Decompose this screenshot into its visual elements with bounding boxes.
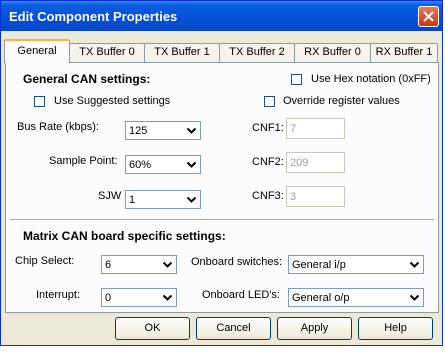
- apply-button[interactable]: Apply: [277, 317, 352, 340]
- general-can-heading: General CAN settings:: [23, 72, 151, 86]
- interrupt-label: Interrupt:: [36, 289, 81, 301]
- chevron-down-icon: [186, 127, 197, 134]
- override-registers-checkbox[interactable]: [264, 96, 275, 107]
- use-hex-label: Use Hex notation (0xFF): [311, 73, 431, 85]
- cnf3-field: 3: [286, 186, 345, 207]
- chevron-down-icon: [409, 294, 420, 301]
- ok-button[interactable]: OK: [115, 317, 190, 340]
- window-title: Edit Component Properties: [9, 9, 178, 24]
- onboard-switches-select[interactable]: General i/p: [288, 255, 424, 274]
- help-button[interactable]: Help: [358, 317, 433, 340]
- tab-general[interactable]: General: [4, 39, 70, 63]
- bus-rate-value: 125: [129, 125, 148, 137]
- onboard-leds-select[interactable]: General o/p: [288, 288, 424, 307]
- title-bar[interactable]: Edit Component Properties: [1, 1, 442, 31]
- tab-tx-buffer-2[interactable]: TX Buffer 2: [219, 43, 295, 62]
- section-divider: [10, 219, 434, 221]
- chevron-down-icon: [186, 161, 197, 168]
- chip-select-label: Chip Select:: [15, 255, 75, 267]
- chevron-down-icon: [162, 294, 173, 301]
- sjw-label: SJW: [98, 190, 122, 202]
- tab-rx-buffer-1[interactable]: RX Buffer 1: [370, 43, 438, 62]
- interrupt-value: 0: [105, 292, 112, 304]
- cnf3-label: CNF3:: [252, 190, 284, 202]
- bus-rate-select[interactable]: 125: [125, 121, 201, 140]
- chevron-down-icon: [162, 261, 173, 268]
- tab-rx-buffer-0[interactable]: RX Buffer 0: [294, 43, 371, 62]
- use-suggested-checkbox[interactable]: [34, 96, 45, 107]
- chevron-down-icon: [409, 261, 420, 268]
- cnf2-field: 209: [286, 152, 345, 173]
- cnf1-value: 7: [290, 123, 297, 135]
- tab-tx-buffer-0[interactable]: TX Buffer 0: [69, 43, 145, 62]
- onboard-leds-value: General o/p: [292, 292, 350, 304]
- sjw-value: 1: [129, 194, 136, 206]
- chip-select-select[interactable]: 6: [101, 255, 177, 274]
- cnf2-label: CNF2:: [252, 156, 284, 168]
- onboard-switches-label: Onboard switches:: [191, 256, 283, 268]
- dialog-window: Edit Component Properties General TX Buf…: [0, 0, 443, 346]
- onboard-leds-label: Onboard LED's:: [202, 289, 280, 301]
- cancel-button[interactable]: Cancel: [196, 317, 271, 340]
- cnf2-value: 209: [290, 157, 309, 169]
- bus-rate-label: Bus Rate (kbps):: [17, 121, 99, 133]
- tab-tx-buffer-1[interactable]: TX Buffer 1: [144, 43, 220, 62]
- sample-point-select[interactable]: 60%: [125, 155, 201, 174]
- sample-point-value: 60%: [129, 159, 152, 171]
- use-hex-checkbox[interactable]: [291, 74, 302, 85]
- sample-point-label: Sample Point:: [49, 155, 118, 167]
- override-registers-label: Override register values: [283, 95, 400, 107]
- matrix-can-heading: Matrix CAN board specific settings:: [23, 229, 226, 243]
- close-icon: [423, 11, 434, 22]
- sjw-select[interactable]: 1: [125, 190, 201, 209]
- chevron-down-icon: [186, 196, 197, 203]
- use-suggested-label: Use Suggested settings: [54, 95, 171, 107]
- tab-strip: General TX Buffer 0 TX Buffer 1 TX Buffe…: [1, 39, 442, 63]
- cnf1-label: CNF1:: [252, 122, 284, 134]
- chip-select-value: 6: [105, 259, 112, 271]
- interrupt-select[interactable]: 0: [101, 288, 177, 307]
- close-button[interactable]: [418, 6, 439, 27]
- cnf3-value: 3: [290, 191, 297, 203]
- cnf1-field: 7: [286, 118, 345, 139]
- general-tab-panel: General CAN settings: Use Hex notation (…: [5, 62, 439, 313]
- onboard-switches-value: General i/p: [292, 259, 346, 271]
